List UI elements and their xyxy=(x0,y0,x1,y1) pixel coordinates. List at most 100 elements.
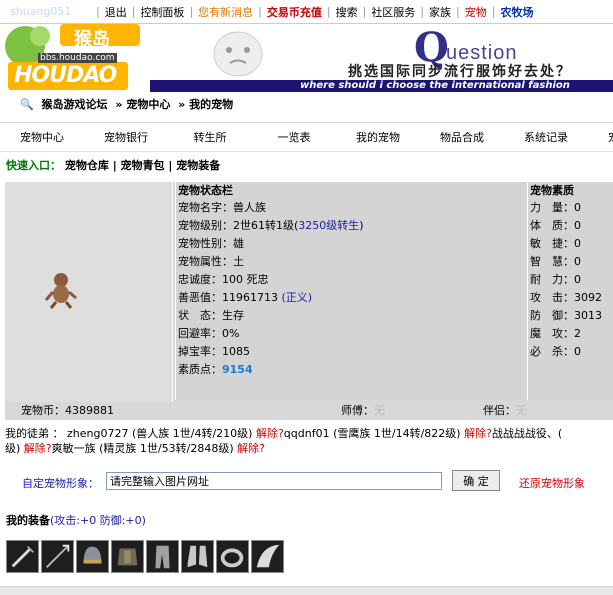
quality-value: 0 xyxy=(574,273,581,286)
partner-label: 伴侣： xyxy=(483,404,516,417)
new-message-link[interactable]: 您有新消息 xyxy=(193,4,258,20)
helmet-icon[interactable] xyxy=(76,540,109,573)
quality-value: 3092 xyxy=(574,291,602,304)
pants-icon[interactable] xyxy=(146,540,179,573)
coin-info: 宠物币：4389881 xyxy=(21,402,114,420)
menu-pet-center[interactable]: 宠物中心 xyxy=(0,129,84,145)
dodge-row: 回避率：0% xyxy=(176,325,525,343)
master-info: 师傅：无 xyxy=(341,402,385,420)
pet-gender-value: 雄 xyxy=(233,237,244,250)
menu-item-synthesis[interactable]: 物品合成 xyxy=(420,129,504,145)
apprentice-list: 我的徒弟 ： zheng0727 (兽人族 1世/4转/210级) 解除?qqd… xyxy=(5,426,613,456)
community-link[interactable]: 社区服务 xyxy=(366,4,420,20)
quality-label: 必 杀： xyxy=(530,345,574,358)
pet-image-cell xyxy=(5,182,173,402)
status-title: 宠物状态栏 xyxy=(178,184,233,197)
evil-value: 11961713 xyxy=(222,291,278,304)
menu-pet-bank[interactable]: 宠物银行 xyxy=(84,129,168,145)
pet-link[interactable]: 宠物 xyxy=(460,4,492,20)
breadcrumb-pet-center[interactable]: » 宠物中心 xyxy=(115,98,170,111)
menu-system-log[interactable]: 系统记录 xyxy=(504,129,588,145)
quick-pet-warehouse[interactable]: 宠物仓库 xyxy=(65,159,109,172)
pet-monkey-avatar xyxy=(44,273,77,309)
menu-overview[interactable]: 一览表 xyxy=(252,129,336,145)
face-icon xyxy=(213,31,263,77)
farm-link[interactable]: 农牧场 xyxy=(495,4,538,20)
remove-apprentice-link[interactable]: 解除? xyxy=(237,442,265,455)
evil-row: 善恶值：11961713 (正义) xyxy=(176,289,525,307)
family-link[interactable]: 家族 xyxy=(424,4,456,20)
menu-rebirth[interactable]: 转生所 xyxy=(168,129,252,145)
drop-row: 掉宝率：1085 xyxy=(176,343,525,361)
menu-my-pet[interactable]: 我的宠物 xyxy=(336,129,420,145)
master-value: 无 xyxy=(374,404,385,417)
apprentice-line: 我的徒弟 ： zheng0727 (兽人族 1世/4转/210级) 解除?qqd… xyxy=(5,426,613,441)
pet-info-panel: 宠物状态栏 宠物名字：兽人族 宠物级别：2世61转1级(3250级转生) 宠物性… xyxy=(5,182,613,402)
site-logo[interactable]: 猴岛 bbs.houdao.com HOUDAO xyxy=(0,24,150,92)
quality-label: 防 御： xyxy=(530,309,574,322)
state-row: 状 态：生存 xyxy=(176,307,525,325)
armor-icon[interactable] xyxy=(111,540,144,573)
pet-extra-info: 宠物币：4389881 师傅：无 伴侣：无 xyxy=(5,402,613,420)
apprentice-entry: 战战战战役、( xyxy=(491,427,563,440)
equipment-stats: (攻击:+0 防御:+0) xyxy=(50,514,146,527)
breadcrumb-forum[interactable]: 猴岛游戏论坛 xyxy=(42,98,108,111)
master-label: 师傅： xyxy=(341,404,374,417)
pet-status-cell: 宠物状态栏 宠物名字：兽人族 宠物级别：2世61转1级(3250级转生) 宠物性… xyxy=(175,182,525,400)
pet-attr-value: 土 xyxy=(233,255,244,268)
boots-icon[interactable] xyxy=(181,540,214,573)
search-link[interactable]: 搜索 xyxy=(331,4,363,20)
ring-icon[interactable] xyxy=(216,540,249,573)
logo-text: HOUDAO xyxy=(14,63,117,88)
pet-gender-row: 宠物性别：雄 xyxy=(176,235,525,253)
rebirth-level-link[interactable]: 3250级转生 xyxy=(298,219,359,232)
quality-label: 力 量： xyxy=(530,201,574,214)
justice-link[interactable]: (正义) xyxy=(282,291,313,304)
remove-apprentice-link[interactable]: 解除? xyxy=(464,427,492,440)
pet-level-label: 宠物级别： xyxy=(178,219,233,232)
equipment-label: 我的装备 xyxy=(6,514,50,527)
quality-value: 0 xyxy=(574,255,581,268)
quality-value: 0 xyxy=(574,237,581,250)
image-url-input[interactable] xyxy=(106,472,442,490)
logout-link[interactable]: 退出 xyxy=(100,4,132,20)
quality-label: 智 慧： xyxy=(530,255,574,268)
banner-english-strip: where should i choose the international … xyxy=(150,80,613,92)
apprentice-entry: 爽敏一族 (精灵族 1世/53转/2848级) xyxy=(51,442,234,455)
dodge-value: 0% xyxy=(222,327,240,340)
spear-icon[interactable] xyxy=(41,540,74,573)
quality-value: 0 xyxy=(574,201,581,214)
points-label: 素质点： xyxy=(178,363,222,376)
remove-apprentice-link[interactable]: 解除? xyxy=(256,427,284,440)
coin-value: 4389881 xyxy=(65,404,114,417)
menu-pet-family[interactable]: 宠物家族 xyxy=(588,129,613,145)
pet-attr-row: 宠物属性：土 xyxy=(176,253,525,271)
recharge-link[interactable]: 交易币充值 xyxy=(262,4,327,20)
evil-label: 善恶值： xyxy=(178,291,222,304)
quality-value: 0 xyxy=(574,345,581,358)
quality-row: 魔 攻：2 xyxy=(528,325,613,343)
loyalty-label: 忠诚度： xyxy=(178,273,222,286)
wing-icon[interactable] xyxy=(251,540,284,573)
username[interactable]: shuang051 xyxy=(0,5,96,18)
sword-icon[interactable] xyxy=(6,540,39,573)
control-panel-link[interactable]: 控制面板 xyxy=(135,4,189,20)
apprentice-entry: zheng0727 (兽人族 1世/4转/210级) xyxy=(67,427,253,440)
quick-pet-equipment[interactable]: 宠物装备 xyxy=(176,159,220,172)
remove-apprentice-link[interactable]: 解除? xyxy=(24,442,52,455)
pet-gender-label: 宠物性别： xyxy=(178,237,233,250)
apprentice-label: 我的徒弟 ： xyxy=(5,427,64,440)
quality-value: 2 xyxy=(574,327,581,340)
pet-menu: 宠物中心 宠物银行 转生所 一览表 我的宠物 物品合成 系统记录 宠物家族 xyxy=(0,122,613,152)
quick-pet-bag[interactable]: 宠物青包 xyxy=(121,159,165,172)
confirm-button[interactable]: 确 定 xyxy=(452,470,500,491)
partner-info: 伴侣：无 xyxy=(483,402,527,420)
quality-title: 宠物素质 xyxy=(530,184,574,197)
quick-entry: 快速入口： 宠物仓库 | 宠物青包 | 宠物装备 xyxy=(6,157,220,173)
quality-row: 体 质：0 xyxy=(528,217,613,235)
loyalty-value: 100 死忠 xyxy=(222,273,269,286)
partner-value: 无 xyxy=(516,404,527,417)
banner-tagline: 挑选国际同步流行服饰好去处？ xyxy=(348,64,572,80)
restore-image-link[interactable]: 还原宠物形象 xyxy=(519,475,585,491)
search-icon: 🔍 xyxy=(20,98,34,111)
